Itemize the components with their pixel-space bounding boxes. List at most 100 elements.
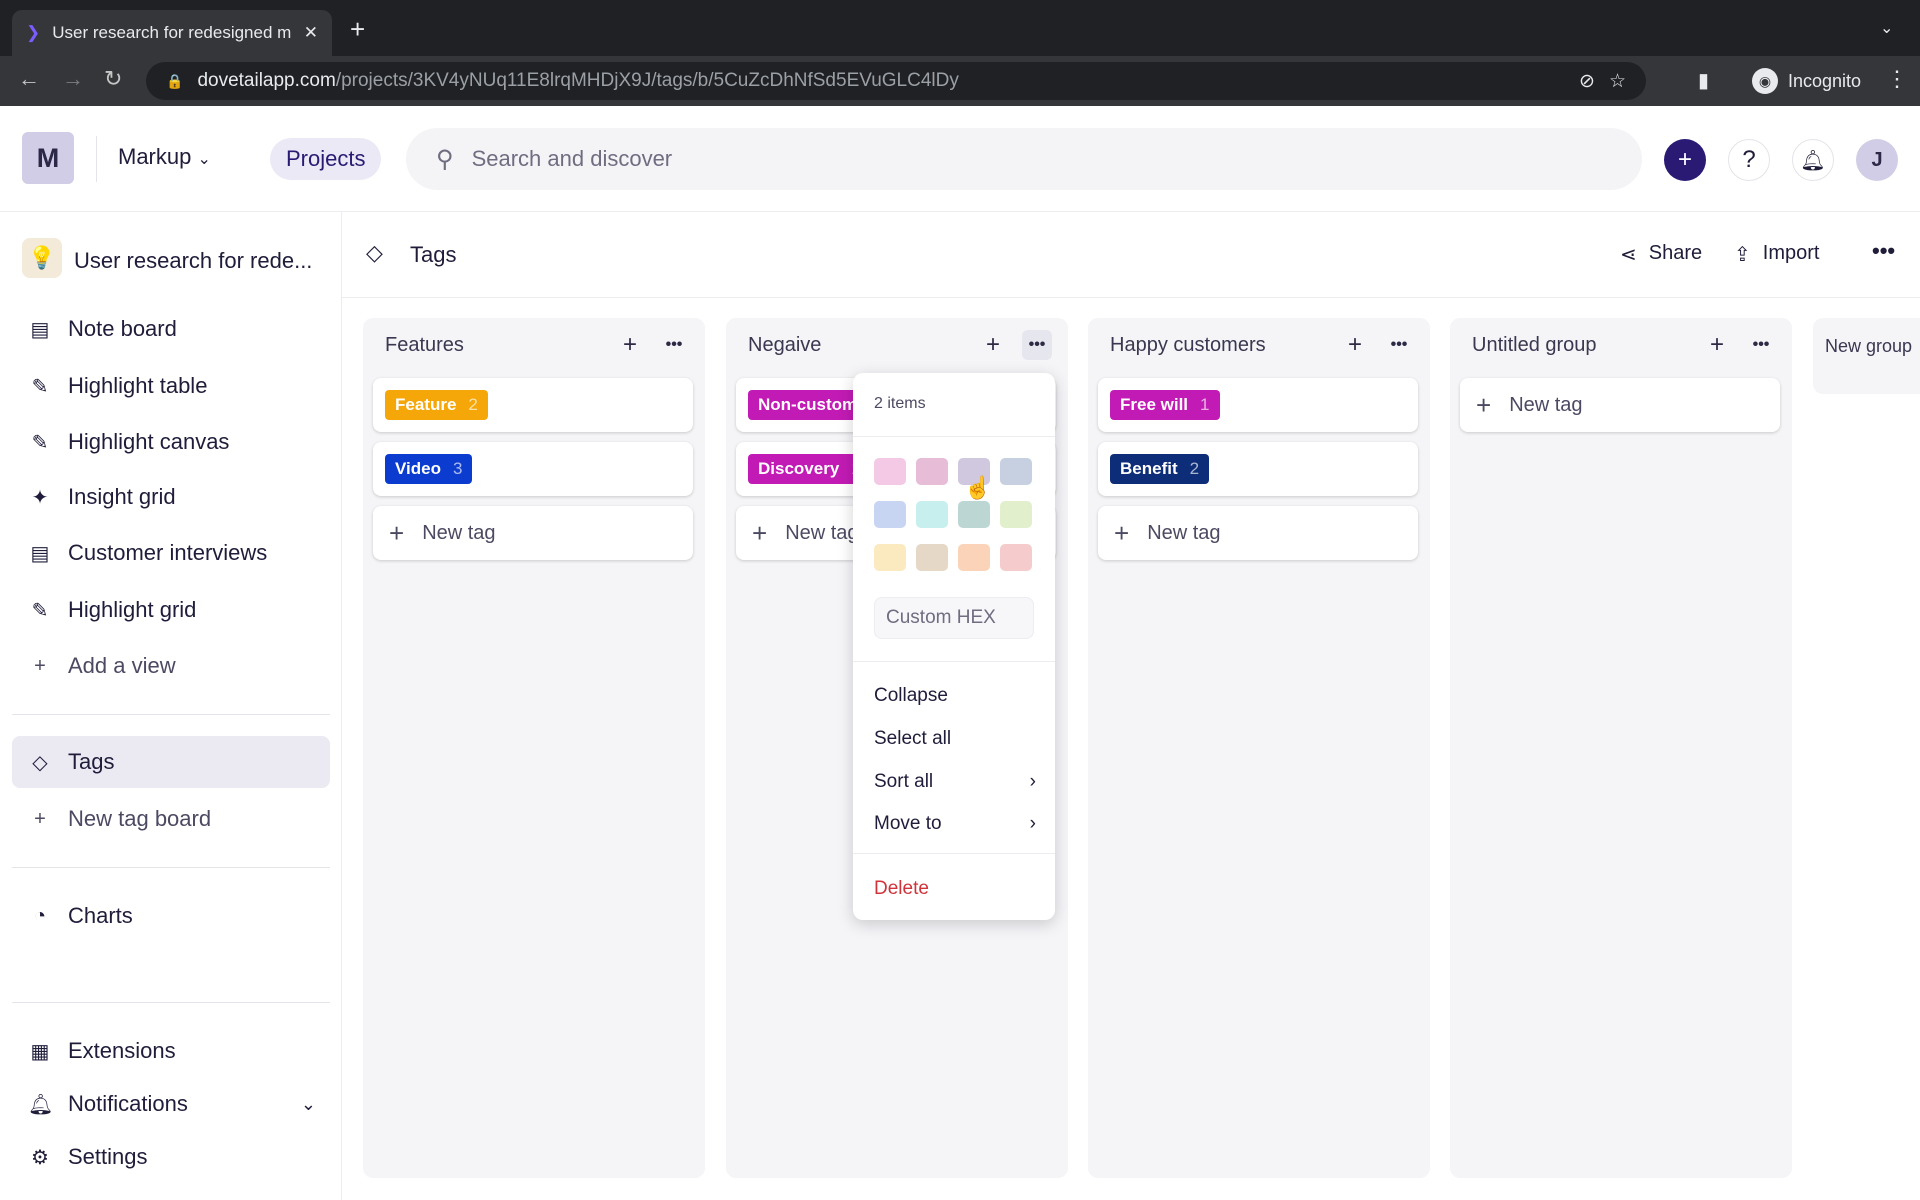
color-swatch[interactable] xyxy=(1000,544,1032,571)
tag-count: 2 xyxy=(468,395,478,414)
color-swatch[interactable] xyxy=(874,501,906,528)
side-panel-icon[interactable]: ▮ xyxy=(1698,68,1709,93)
group-title[interactable]: Happy customers xyxy=(1110,334,1266,357)
sidebar-item-notifications[interactable]: 🔔︎ Notifications ⌄ xyxy=(12,1078,330,1130)
browser-tab[interactable]: ❯ User research for redesigned m ✕ xyxy=(12,10,332,56)
tag-chip[interactable]: Free will 1 xyxy=(1110,390,1220,420)
help-button[interactable]: ? xyxy=(1728,139,1770,181)
group-title[interactable]: Negaive xyxy=(748,334,821,357)
highlighter-icon: ✎ xyxy=(31,375,49,398)
group-title[interactable]: Untitled group xyxy=(1472,334,1597,357)
tag-card[interactable]: Benefit 2 xyxy=(1098,442,1418,496)
add-tag-icon[interactable]: + xyxy=(615,330,645,360)
chevron-down-icon: ⌄ xyxy=(300,1093,316,1114)
tag-icon: ◇ xyxy=(366,240,383,265)
sidebar-divider xyxy=(12,867,330,868)
sidebar-item-customer-interviews[interactable]: ▤ Customer interviews xyxy=(12,527,330,579)
add-tag-icon[interactable]: + xyxy=(1702,330,1732,360)
more-options-icon[interactable]: ••• xyxy=(1872,238,1895,264)
tag-group-column: Untitled group + ••• + New tag xyxy=(1450,318,1792,1178)
tag-icon: ◇ xyxy=(32,751,48,774)
tab-list-chevron-icon[interactable]: ⌄ xyxy=(1880,18,1893,38)
close-tab-icon[interactable]: ✕ xyxy=(304,23,318,43)
group-more-options-icon[interactable]: ••• xyxy=(659,330,689,360)
bell-icon: 🔔︎ xyxy=(1800,149,1826,172)
back-icon[interactable]: ← xyxy=(18,66,40,92)
sidebar-item-charts[interactable]: ◔ Charts xyxy=(12,890,330,942)
group-title[interactable]: Features xyxy=(385,334,464,357)
sidebar-item-tags[interactable]: ◇ Tags xyxy=(12,736,330,788)
share-button[interactable]: ⋖ Share xyxy=(1620,242,1702,267)
star-icon[interactable]: ☆ xyxy=(1609,70,1626,93)
tag-name: Video xyxy=(395,459,441,478)
tag-card[interactable]: Feature 2 xyxy=(373,378,693,432)
url-field[interactable]: 🔒 dovetailapp.com/projects/3KV4yNUq11E8l… xyxy=(146,62,1646,100)
menu-item-select-all[interactable]: Select all xyxy=(874,728,1036,750)
tag-card[interactable]: Free will 1 xyxy=(1098,378,1418,432)
menu-item-delete[interactable]: Delete xyxy=(874,878,1036,900)
menu-item-move-to[interactable]: Move to › xyxy=(874,813,1036,835)
color-swatch[interactable] xyxy=(916,544,948,571)
custom-hex-input[interactable]: Custom HEX xyxy=(874,597,1034,639)
sidebar-item-insight-grid[interactable]: ✦ Insight grid xyxy=(12,471,330,523)
color-swatch[interactable] xyxy=(916,458,948,485)
add-tag-icon[interactable]: + xyxy=(978,330,1008,360)
menu-item-sort-all[interactable]: Sort all › xyxy=(874,771,1036,793)
workspace-switcher[interactable]: Markup ⌄ xyxy=(118,144,211,170)
projects-button[interactable]: Projects xyxy=(270,138,382,180)
tag-chip[interactable]: Video 3 xyxy=(385,454,473,484)
color-swatch[interactable] xyxy=(874,458,906,485)
add-tag-icon[interactable]: + xyxy=(1340,330,1370,360)
reload-icon[interactable]: ↻ xyxy=(104,66,122,92)
menu-divider xyxy=(853,661,1055,662)
pie-chart-icon: ◔ xyxy=(33,904,47,927)
import-button[interactable]: ⇪ Import xyxy=(1734,242,1819,267)
sidebar-item-highlight-grid[interactable]: ✎ Highlight grid xyxy=(12,584,330,636)
avatar[interactable]: J xyxy=(1856,139,1898,181)
color-swatch[interactable] xyxy=(1000,501,1032,528)
new-tag-board-button[interactable]: + New tag board xyxy=(12,793,330,845)
project-title[interactable]: User research for rede... xyxy=(74,248,312,274)
notifications-button[interactable]: 🔔︎ xyxy=(1792,139,1834,181)
new-tag-button[interactable]: + New tag xyxy=(1098,506,1418,560)
workspace-name: Markup xyxy=(118,144,192,169)
forward-icon[interactable]: → xyxy=(62,66,84,92)
sidebar-item-label: Tags xyxy=(68,749,115,774)
color-swatch[interactable] xyxy=(916,501,948,528)
question-icon: ? xyxy=(1742,146,1756,173)
incognito-badge[interactable]: ◉ Incognito xyxy=(1738,62,1875,100)
menu-item-collapse[interactable]: Collapse xyxy=(874,685,1036,707)
sidebar-item-label: Highlight grid xyxy=(68,597,197,622)
plus-icon: + xyxy=(1677,146,1692,173)
sidebar: 💡 User research for rede... ▤ Note board … xyxy=(0,212,342,1200)
color-swatch[interactable] xyxy=(874,544,906,571)
new-tab-icon[interactable]: + xyxy=(350,14,365,45)
menu-item-label: Move to xyxy=(874,813,942,834)
group-more-options-icon[interactable]: ••• xyxy=(1746,330,1776,360)
color-swatch[interactable] xyxy=(958,501,990,528)
tag-card[interactable]: Video 3 xyxy=(373,442,693,496)
plus-icon: + xyxy=(34,807,46,830)
browser-menu-icon[interactable]: ⋮ xyxy=(1886,66,1908,92)
group-title[interactable]: New group xyxy=(1825,336,1912,357)
tag-chip[interactable]: Benefit 2 xyxy=(1110,454,1210,484)
search-input[interactable]: ⚲ Search and discover xyxy=(406,128,1642,190)
tag-chip[interactable]: Feature 2 xyxy=(385,390,488,420)
eye-off-icon[interactable]: ⊘ xyxy=(1579,70,1595,93)
sidebar-item-note-board[interactable]: ▤ Note board xyxy=(12,303,330,355)
workspace-logo[interactable]: M xyxy=(22,132,74,184)
plus-icon: + xyxy=(34,654,46,677)
add-view-button[interactable]: + Add a view xyxy=(12,640,330,692)
group-more-options-icon[interactable]: ••• xyxy=(1022,330,1052,360)
sidebar-item-highlight-table[interactable]: ✎ Highlight table xyxy=(12,360,330,412)
sidebar-item-extensions[interactable]: ▦ Extensions xyxy=(12,1025,330,1077)
create-button[interactable]: + xyxy=(1664,139,1706,181)
sidebar-item-highlight-canvas[interactable]: ✎ Highlight canvas xyxy=(12,416,330,468)
color-swatch[interactable] xyxy=(1000,458,1032,485)
new-tag-button[interactable]: + New tag xyxy=(373,506,693,560)
page-header: ◇ Tags ⋖ Share ⇪ Import ••• xyxy=(342,212,1920,298)
sidebar-item-settings[interactable]: ⚙ Settings xyxy=(12,1131,330,1183)
new-tag-button[interactable]: + New tag xyxy=(1460,378,1780,432)
color-swatch[interactable] xyxy=(958,544,990,571)
group-more-options-icon[interactable]: ••• xyxy=(1384,330,1414,360)
